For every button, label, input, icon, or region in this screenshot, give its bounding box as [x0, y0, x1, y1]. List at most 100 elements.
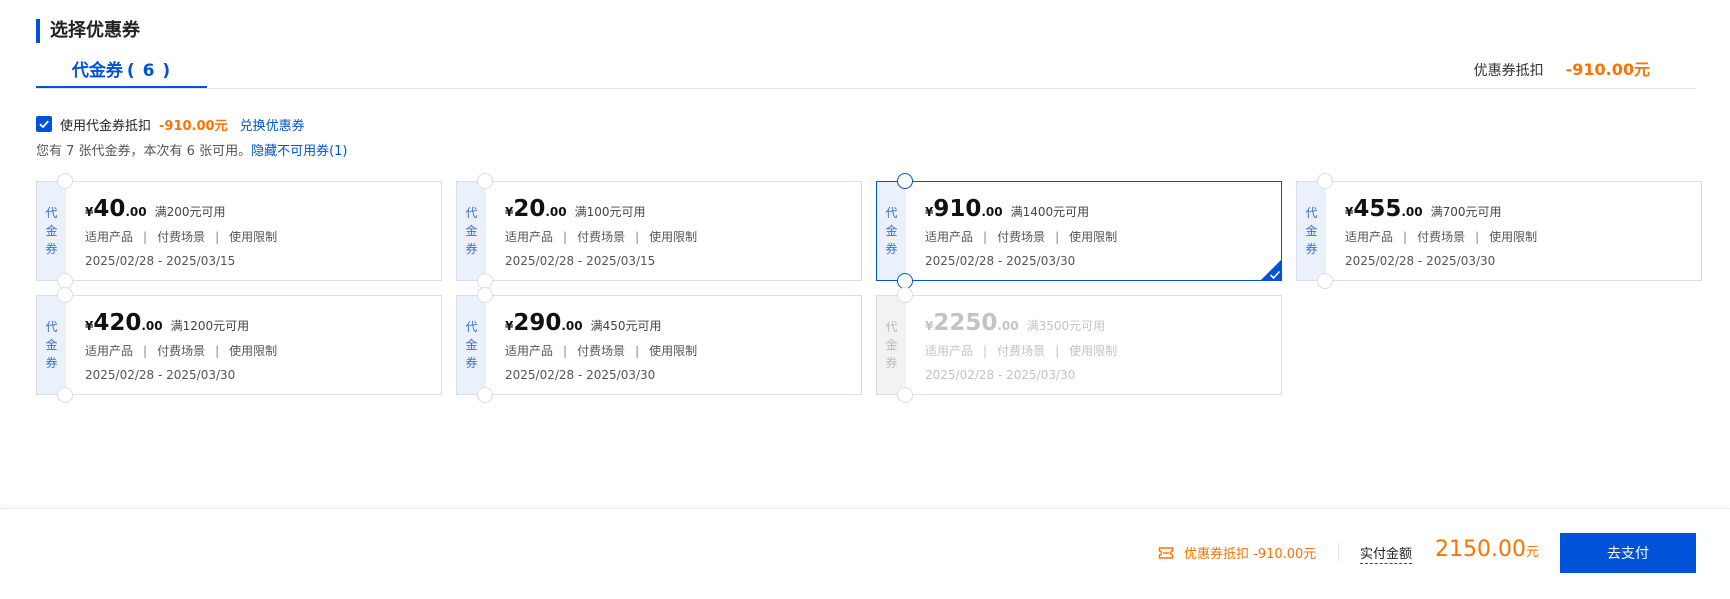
payment-scenario-link[interactable]: 付费场景 — [157, 230, 205, 244]
link-separator: | — [983, 230, 988, 244]
coupon-validity: 2025/02/28 - 2025/03/30 — [925, 254, 1076, 268]
link-separator: | — [1403, 230, 1408, 244]
coupon-validity: 2025/02/28 - 2025/03/30 — [1345, 254, 1496, 268]
coupon-body: ¥290.00 满450元可用 适用产品 | 付费场景 | 使用限制 2025/02/28 -… — [505, 310, 697, 382]
coupon-type-char: 券 — [1305, 242, 1318, 256]
coupon-card[interactable]: 代金券 ¥910.00 满1400元可用 适用产品 | 付费场景 | 使用限制 2025/02/… — [876, 173, 1282, 289]
coupon-card[interactable]: 代金券 ¥455.00 满700元可用适用产品 | 付费场景 | 使用限制 2025/02/2… — [1296, 173, 1702, 289]
currency-symbol: ¥ — [1345, 205, 1354, 219]
tab-voucher-count: ( 6 ) — [126, 61, 172, 81]
coupon-notch — [477, 387, 493, 403]
use-voucher-row: 使用代金券抵扣 -910.00元 兑换优惠券 — [36, 115, 305, 134]
coupon-card[interactable]: 代金券 ¥420.00 满1200元可用 适用产品 | 付费场景 | 使用限制 2025/02/… — [36, 287, 442, 403]
payment-scenario-link[interactable]: 付费场景 — [1417, 230, 1465, 244]
payment-scenario-link[interactable]: 付费场景 — [157, 344, 205, 358]
coupon-amount-decimal: .00 — [1401, 205, 1423, 219]
coupon-amount-decimal: .00 — [997, 319, 1019, 333]
coupon-price: ¥455.00 满700元可用 — [1345, 196, 1537, 222]
link-separator: | — [563, 230, 568, 244]
coupon-links: 适用产品 | 付费场景 | 使用限制 — [1345, 228, 1537, 245]
applicable-products-link[interactable]: 适用产品 — [925, 344, 973, 358]
applicable-products-link[interactable]: 适用产品 — [505, 230, 553, 244]
currency-symbol: ¥ — [85, 319, 94, 333]
section-title: 选择优惠券 — [36, 19, 140, 43]
coupon-type-char: 券 — [885, 356, 898, 370]
coupon-links: 适用产品 | 付费场景 | 使用限制 — [505, 228, 697, 245]
coupon-type-label: 代金券 — [877, 296, 906, 394]
coupon-amount: 455 — [1353, 196, 1402, 222]
usage-limit-link[interactable]: 使用限制 — [229, 344, 277, 358]
link-separator: | — [215, 344, 220, 358]
coupon-type-char: 券 — [45, 242, 58, 256]
coupon-type-char: 金 — [465, 224, 478, 238]
payment-scenario-link[interactable]: 付费场景 — [577, 230, 625, 244]
coupon-condition: 满3500元可用 — [1026, 319, 1106, 333]
coupon-amount: 20 — [513, 196, 546, 222]
usage-limit-link[interactable]: 使用限制 — [1069, 344, 1117, 358]
coupon-notch — [1317, 273, 1333, 289]
coupon-condition: 满100元可用 — [574, 205, 646, 219]
coupon-amount: 290 — [513, 310, 562, 336]
applicable-products-link[interactable]: 适用产品 — [85, 344, 133, 358]
hide-unavailable-link[interactable]: 隐藏不可用券(1) — [251, 144, 347, 159]
coupon-amount: 2250 — [933, 310, 998, 336]
coupon-card[interactable]: 代金券 ¥20.00 满100元可用 适用产品 | 付费场景 | 使用限制 2025/02/28… — [456, 173, 862, 289]
coupon-type-char: 金 — [45, 224, 58, 238]
use-voucher-label: 使用代金券抵扣 — [60, 118, 152, 134]
coupon-deduction-summary: 优惠券抵扣 -910.00元 — [1474, 58, 1650, 83]
payment-scenario-link[interactable]: 付费场景 — [997, 344, 1045, 358]
usage-limit-link[interactable]: 使用限制 — [1489, 230, 1537, 244]
use-voucher-checkbox[interactable] — [36, 116, 52, 132]
exchange-coupon-link[interactable]: 兑换优惠券 — [240, 115, 305, 134]
coupon-validity: 2025/02/28 - 2025/03/15 — [85, 254, 236, 268]
coupon-type-char: 券 — [465, 242, 478, 256]
coupon-type-label: 代金券 — [1297, 182, 1326, 280]
coupon-links: 适用产品 | 付费场景 | 使用限制 — [925, 228, 1117, 245]
usage-limit-link[interactable]: 使用限制 — [229, 230, 277, 244]
coupon-notch — [57, 287, 73, 303]
coupon-type-char: 代 — [45, 320, 58, 334]
coupon-card[interactable]: 代金券 ¥40.00 满200元可用 适用产品 | 付费场景 | 使用限制 2025/02/28… — [36, 173, 442, 289]
coupon-notch — [477, 173, 493, 189]
coupon-links: 适用产品 | 付费场景 | 使用限制 — [85, 228, 277, 245]
tab-voucher-label: 代金券 — [71, 61, 123, 81]
link-separator: | — [1475, 230, 1480, 244]
check-icon — [39, 120, 49, 129]
coupon-type-char: 代 — [1305, 206, 1318, 220]
coupon-body: ¥40.00 满200元可用 适用产品 | 付费场景 | 使用限制 2025/02/28 - … — [85, 196, 277, 268]
coupon-condition: 满700元可用 — [1430, 205, 1502, 219]
payment-scenario-link[interactable]: 付费场景 — [577, 344, 625, 358]
link-separator: | — [143, 230, 148, 244]
applicable-products-link[interactable]: 适用产品 — [85, 230, 133, 244]
currency-symbol: ¥ — [505, 319, 514, 333]
applicable-products-link[interactable]: 适用产品 — [505, 344, 553, 358]
link-separator: | — [635, 344, 640, 358]
link-separator: | — [1055, 230, 1060, 244]
footer-bar: 优惠券抵扣 -910.00元 实付金额 2150.00元 去支付 — [0, 508, 1730, 599]
coupon-type-label: 代金券 — [457, 296, 486, 394]
currency-symbol: ¥ — [85, 205, 94, 219]
actual-amount-label[interactable]: 实付金额 — [1360, 543, 1413, 564]
footer-discount-text: 优惠券抵扣 -910.00元 — [1184, 547, 1317, 562]
coupon-price: ¥290.00 满450元可用 — [505, 310, 697, 336]
payment-scenario-link[interactable]: 付费场景 — [997, 230, 1045, 244]
coupon-validity: 2025/02/28 - 2025/03/30 — [505, 368, 656, 382]
applicable-products-link[interactable]: 适用产品 — [1345, 230, 1393, 244]
usage-limit-link[interactable]: 使用限制 — [649, 230, 697, 244]
link-separator: | — [635, 230, 640, 244]
coupon-condition: 满200元可用 — [154, 205, 226, 219]
coupon-validity: 2025/02/28 - 2025/03/15 — [505, 254, 656, 268]
usage-limit-link[interactable]: 使用限制 — [649, 344, 697, 358]
summary-label: 优惠券抵扣 — [1473, 63, 1544, 79]
coupon-amount-decimal: .00 — [141, 319, 163, 333]
coupon-validity: 2025/02/28 - 2025/03/30 — [85, 368, 236, 382]
coupon-type-label: 代金券 — [877, 182, 906, 280]
coupon-card[interactable]: 代金券 ¥290.00 满450元可用 适用产品 | 付费场景 | 使用限制 2025/02/2… — [456, 287, 862, 403]
total-amount: 2150.00元 — [1435, 537, 1539, 562]
tab-voucher[interactable]: 代金券( 6 ) — [36, 56, 207, 88]
coupon-body: ¥455.00 满700元可用适用产品 | 付费场景 | 使用限制 2025/02/28 -… — [1345, 196, 1537, 268]
pay-button[interactable]: 去支付 — [1560, 533, 1696, 573]
usage-limit-link[interactable]: 使用限制 — [1069, 230, 1117, 244]
coupon-type-char: 金 — [45, 338, 58, 352]
applicable-products-link[interactable]: 适用产品 — [925, 230, 973, 244]
